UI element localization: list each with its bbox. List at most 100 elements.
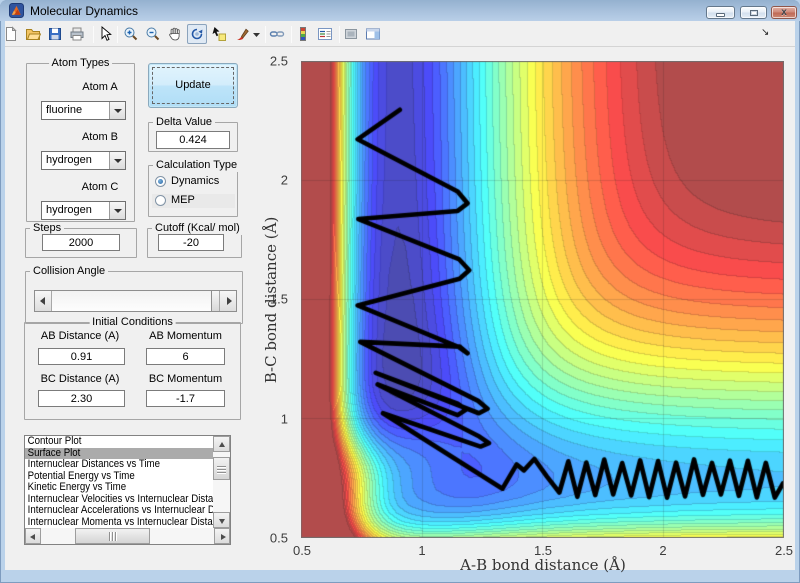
chevron-down-icon <box>253 33 260 37</box>
y-tick-label: 2.5 <box>269 53 288 69</box>
list-item[interactable]: Internuclear Momenta vs Internuclear Dis… <box>25 516 213 529</box>
collision-angle-slider[interactable] <box>34 290 237 312</box>
x-axis-label: A-B bond distance (Å) <box>460 556 626 574</box>
new-figure-icon <box>6 26 17 41</box>
print-figure-button[interactable] <box>67 24 87 44</box>
hscroll-thumb[interactable] <box>75 528 150 544</box>
maximize-button[interactable] <box>740 6 767 19</box>
x-tick-label: 1 <box>418 543 426 558</box>
hide-plot-tools-icon <box>345 29 357 39</box>
calculation-type-title: Calculation Type <box>153 159 241 172</box>
contour-plot[interactable] <box>301 61 784 538</box>
close-icon: x <box>781 7 787 18</box>
pan-button[interactable] <box>165 24 185 44</box>
brush-button[interactable] <box>233 24 253 44</box>
plot-type-listbox[interactable]: Contour Plot Surface Plot Internuclear Dis… <box>24 435 231 545</box>
initial-conditions-title: Initial Conditions <box>89 316 176 329</box>
open-file-icon <box>26 29 41 40</box>
toolbar-separator <box>339 26 340 43</box>
x-tick-label: 2.5 <box>774 543 794 558</box>
maximize-icon <box>750 10 758 16</box>
matlab-icon <box>9 3 24 18</box>
arrow-left-icon <box>30 534 35 540</box>
delta-value-input[interactable] <box>156 131 230 149</box>
steps-input[interactable] <box>42 234 120 251</box>
pan-icon <box>169 27 180 41</box>
insert-colorbar-icon <box>300 27 306 41</box>
bc-momentum-input[interactable] <box>146 390 225 407</box>
link-plots-button[interactable] <box>267 24 287 44</box>
combo-arrow-icon[interactable] <box>109 102 125 119</box>
brush-icon <box>237 28 249 41</box>
toolbar-separator <box>117 26 118 43</box>
atom-b-label: Atom B <box>81 131 119 143</box>
scroll-left-button[interactable] <box>25 528 41 544</box>
ab-momentum-label: AB Momentum <box>149 330 222 342</box>
minimize-icon <box>716 13 725 17</box>
zoom-in-icon <box>124 27 138 41</box>
hide-plot-tools-button[interactable] <box>341 24 361 44</box>
atom-types-title: Atom Types <box>48 57 113 70</box>
insert-legend-icon <box>318 28 332 40</box>
scroll-down-button[interactable] <box>213 512 230 528</box>
toolbar-separator <box>265 26 266 43</box>
print-figure-icon <box>70 27 84 41</box>
arrow-right-icon <box>221 534 226 540</box>
atom-c-label: Atom C <box>81 181 119 193</box>
data-cursor-button[interactable] <box>209 24 229 44</box>
ab-distance-input[interactable] <box>38 348 125 365</box>
slider-right-arrow[interactable] <box>219 291 236 311</box>
radio-mep[interactable] <box>155 195 166 206</box>
toolbar-separator <box>291 26 292 43</box>
y-tick-label: 1 <box>280 411 288 427</box>
y-tick-label: 2 <box>280 172 288 188</box>
window-titlebar[interactable]: Molecular Dynamics <box>0 0 800 21</box>
listbox-hscrollbar[interactable] <box>25 528 230 544</box>
slider-left-arrow[interactable] <box>35 291 52 311</box>
cutoff-input[interactable] <box>158 234 224 251</box>
show-plot-tools-button[interactable] <box>363 24 383 44</box>
toolbar-overflow-icon[interactable]: ↘ <box>761 27 769 38</box>
bc-distance-label: BC Distance (A) <box>40 373 120 385</box>
update-button[interactable]: Update <box>148 63 238 108</box>
bc-distance-input[interactable] <box>38 390 125 407</box>
bc-momentum-label: BC Momentum <box>148 373 223 385</box>
ab-distance-label: AB Distance (A) <box>40 330 120 342</box>
atom-c-combo[interactable]: hydrogen <box>41 201 126 220</box>
toolbar-separator <box>93 26 94 43</box>
combo-arrow-icon[interactable] <box>109 202 125 219</box>
radio-dynamics-label: Dynamics <box>171 175 220 187</box>
save-figure-button[interactable] <box>45 24 65 44</box>
data-cursor-icon <box>212 27 226 41</box>
radio-dynamics[interactable] <box>155 176 166 187</box>
brush-dropdown[interactable] <box>251 24 262 44</box>
rotate-3d-button[interactable] <box>187 24 207 44</box>
ab-momentum-input[interactable] <box>146 348 225 365</box>
edit-plot-button[interactable] <box>95 24 115 44</box>
insert-legend-button[interactable] <box>315 24 335 44</box>
zoom-in-button[interactable] <box>121 24 141 44</box>
listbox-vscrollbar[interactable] <box>213 436 230 528</box>
insert-colorbar-button[interactable] <box>293 24 313 44</box>
collision-angle-title: Collision Angle <box>30 265 109 278</box>
link-plots-icon <box>269 31 285 37</box>
atom-b-combo[interactable]: hydrogen <box>41 151 126 170</box>
new-figure-button[interactable] <box>1 24 21 44</box>
minimize-button[interactable] <box>706 6 735 19</box>
scroll-right-button[interactable] <box>214 528 230 544</box>
calculation-type-panel: Calculation Type <box>148 159 241 217</box>
zoom-out-icon <box>146 27 160 41</box>
close-button[interactable]: x <box>771 6 797 19</box>
scroll-up-button[interactable] <box>213 436 230 452</box>
vscroll-thumb[interactable] <box>213 457 230 480</box>
arrow-up-icon <box>219 442 225 447</box>
open-file-button[interactable] <box>23 24 43 44</box>
zoom-out-button[interactable] <box>143 24 163 44</box>
atom-a-combo[interactable]: fluorine <box>41 101 126 120</box>
combo-arrow-icon[interactable] <box>109 152 125 169</box>
show-plot-tools-icon <box>366 28 380 40</box>
y-tick-label: 0.5 <box>269 530 288 546</box>
save-figure-icon <box>49 28 61 40</box>
window-title: Molecular Dynamics <box>30 4 139 18</box>
delta-value-title: Delta Value <box>153 116 216 129</box>
